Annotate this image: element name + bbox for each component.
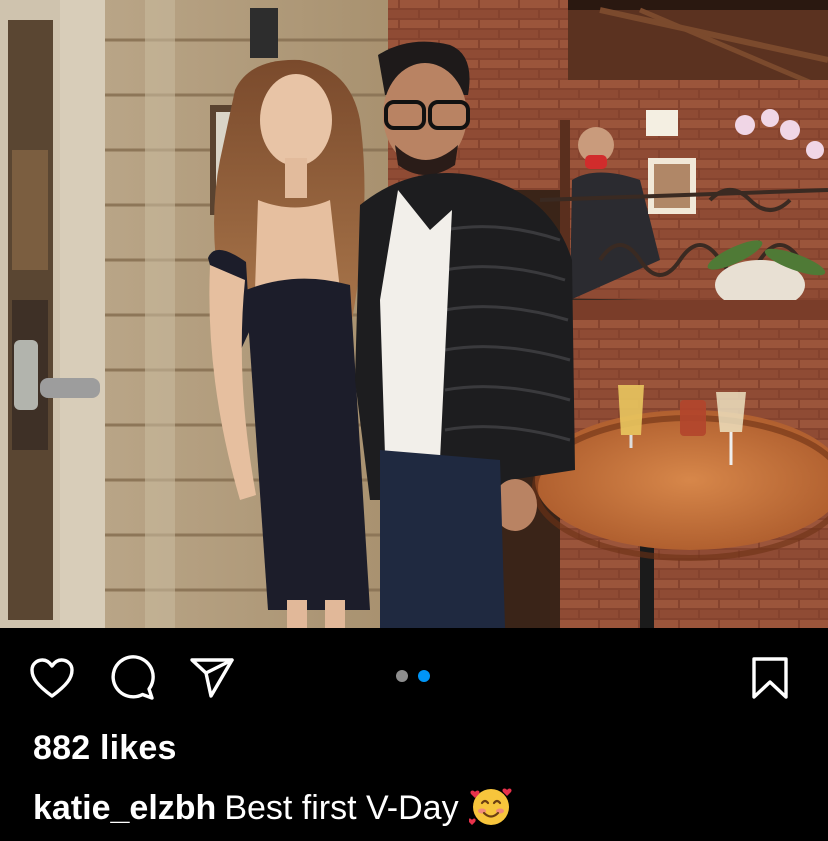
caption-username[interactable]: katie_elzbh [33, 789, 216, 827]
likes-count[interactable]: 882 likes [33, 728, 177, 768]
paper-plane-icon [189, 656, 235, 700]
save-button[interactable] [746, 654, 794, 702]
smiling-face-with-hearts-icon [467, 784, 513, 828]
carousel-dot-2-active[interactable] [418, 670, 430, 682]
post-photo[interactable] [0, 0, 828, 628]
comment-button[interactable] [108, 654, 156, 702]
carousel-dot-1[interactable] [396, 670, 408, 682]
like-button[interactable] [28, 654, 76, 702]
comment-bubble-icon [109, 655, 155, 701]
caption-text: Best first V-Day [224, 789, 459, 827]
bookmark-icon [751, 656, 789, 700]
post-caption: katie_elzbh Best first V-Day [33, 786, 513, 832]
post-action-bar [0, 628, 828, 728]
share-button[interactable] [188, 654, 236, 702]
heart-icon [29, 657, 75, 699]
carousel-indicator [396, 670, 436, 682]
